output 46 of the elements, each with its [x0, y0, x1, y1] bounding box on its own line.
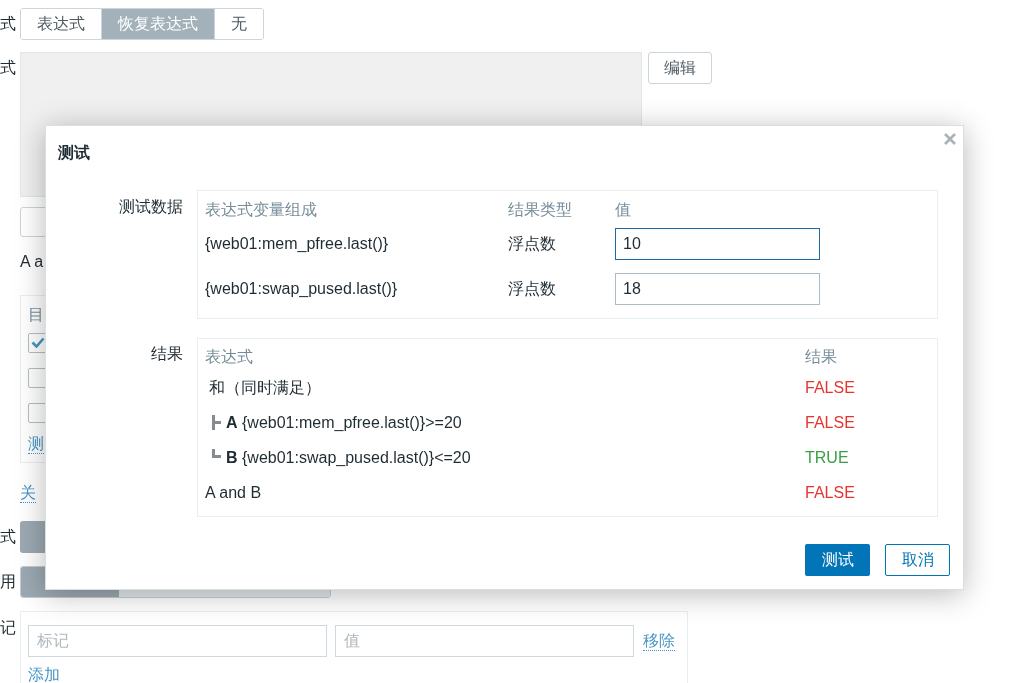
value-field[interactable]: 18 [615, 273, 820, 305]
option-button[interactable]: 无 [214, 9, 263, 39]
text-link[interactable]: 测 [28, 435, 44, 454]
checkbox[interactable] [28, 367, 48, 388]
edit-button[interactable]: 编辑 [648, 52, 712, 84]
remove-link[interactable]: 移除 [643, 631, 675, 651]
expression-text: {web01:swap_pused.last()} [205, 280, 398, 297]
tree-elbow-icon [212, 449, 221, 458]
close-icon[interactable] [944, 133, 956, 145]
field-label: 结果 [151, 344, 183, 364]
tree-branch-icon [212, 415, 221, 430]
result-text: TRUE [805, 447, 849, 468]
type-text: 浮点数 [508, 280, 556, 297]
column-header: 目 [28, 305, 44, 325]
type-text: 浮点数 [508, 235, 556, 252]
value-field[interactable]: 10 [615, 228, 820, 260]
column-header: 表达式 [205, 348, 253, 365]
field-label: 用 [0, 572, 17, 592]
expression-text: A and B [205, 482, 262, 503]
result-text: FALSE [805, 377, 855, 398]
expression-text: 和（同时满足） [209, 377, 321, 398]
field-label: 式 [0, 58, 17, 78]
expression-text: {web01:mem_pfree.last()} [205, 235, 389, 252]
tag-field[interactable]: 标记 [28, 625, 327, 657]
field-label: 式 [0, 14, 17, 34]
dialog-title: 测试 [58, 143, 90, 163]
secondary-button[interactable]: 取消 [885, 544, 950, 576]
text-link[interactable]: 关 [20, 484, 36, 503]
result-text: FALSE [805, 412, 855, 433]
checkbox[interactable] [28, 402, 48, 423]
add-link[interactable]: 添加 [28, 667, 60, 683]
result-text: FALSE [805, 482, 855, 503]
checkbox[interactable] [28, 332, 48, 353]
note-text: A a [20, 252, 44, 272]
field-label: 记 [0, 618, 17, 638]
field-label: 测试数据 [119, 197, 183, 217]
column-header: 结果类型 [508, 201, 572, 218]
column-header: 值 [615, 201, 631, 218]
expression-text: B {web01:swap_pused.last()}<=20 [226, 447, 471, 468]
column-header: 结果 [805, 348, 837, 365]
check-icon [31, 337, 45, 348]
value-field[interactable]: 值 [335, 625, 634, 657]
field-label: 式 [0, 527, 17, 547]
column-header: 表达式变量组成 [205, 201, 317, 218]
expression-text: A {web01:mem_pfree.last()}>=20 [226, 412, 462, 433]
primary-button[interactable]: 测试 [805, 544, 870, 576]
